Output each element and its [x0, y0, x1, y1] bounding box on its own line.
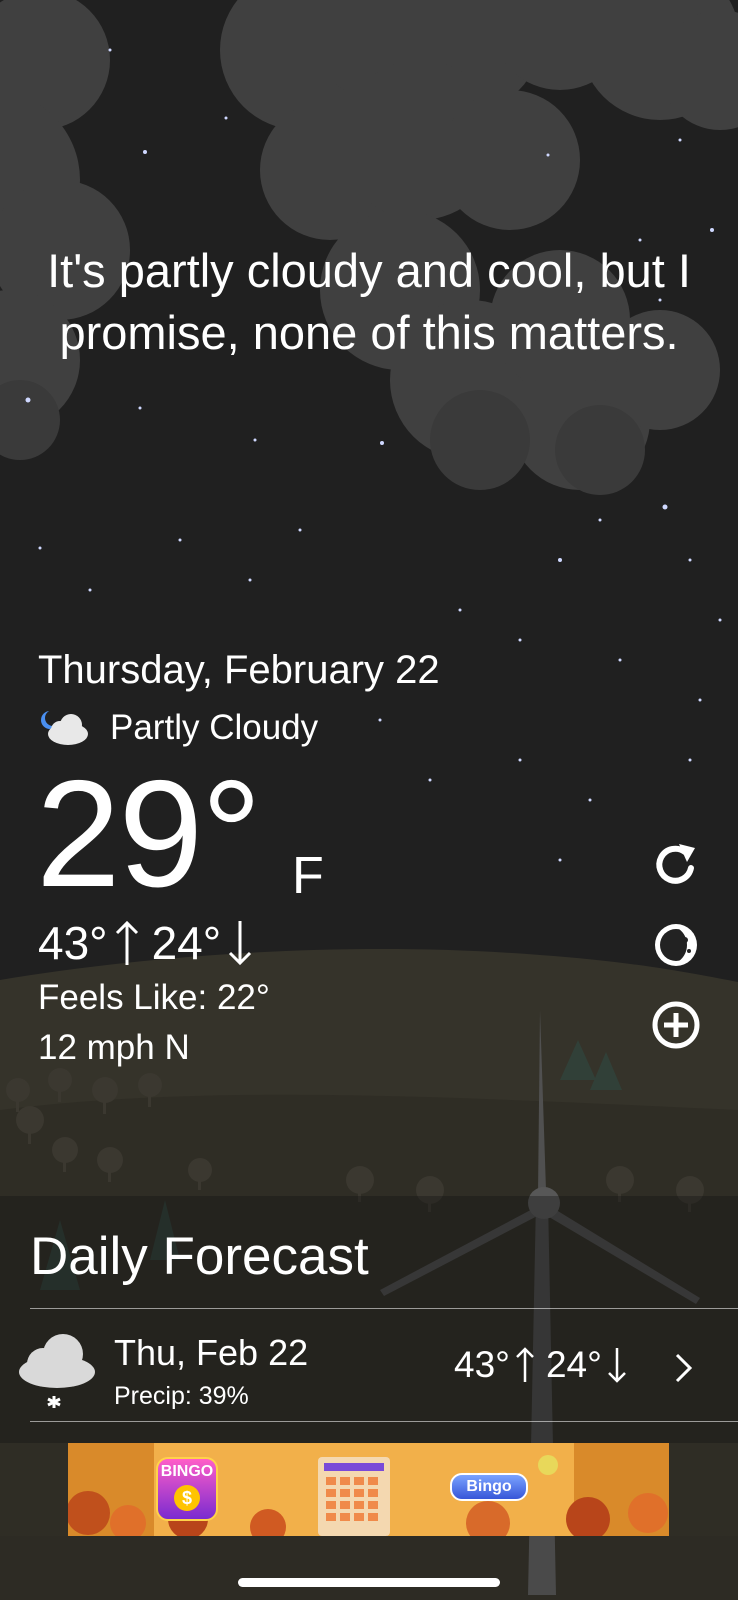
divider — [30, 1421, 738, 1422]
ad-bingo-button[interactable]: Bingo — [450, 1473, 528, 1501]
temperature-unit[interactable]: F — [292, 846, 324, 906]
feels-like: Feels Like: 22° — [38, 978, 270, 1017]
high-temp: 43° — [38, 917, 108, 969]
coin-icon: $ — [174, 1485, 200, 1511]
high-low: 43° 24° — [38, 916, 265, 970]
weather-headline: It's partly cloudy and cool, but I promi… — [47, 244, 691, 359]
current-temperature: 29° — [36, 749, 262, 919]
night-partly-cloudy-icon — [41, 710, 88, 745]
current-date: Thursday, February 22 — [38, 648, 440, 692]
add-location-button[interactable] — [651, 1000, 701, 1050]
forecast-low: 24° — [545, 1344, 602, 1385]
condition-row: Partly Cloudy — [38, 706, 318, 750]
condition-label: Partly Cloudy — [110, 708, 319, 747]
moon-phase-button[interactable] — [651, 920, 701, 970]
home-indicator[interactable] — [238, 1578, 500, 1587]
forecast-precip: Precip: 39% — [114, 1382, 249, 1410]
wind-speed: 12 mph N — [38, 1028, 190, 1067]
daily-forecast-title: Daily Forecast — [30, 1227, 369, 1286]
arrow-up-icon — [516, 1347, 534, 1382]
refresh-icon — [656, 844, 695, 884]
ad-banner[interactable]: BINGO $ Bingo — [68, 1443, 669, 1536]
forecast-high: 43° — [454, 1344, 510, 1385]
low-temp: 24° — [151, 917, 222, 969]
moon-icon — [655, 924, 697, 966]
forecast-high-low: 43° 24° — [454, 1344, 638, 1386]
plus-circle-icon — [652, 1001, 700, 1049]
ad-logo-text: BINGO — [160, 1463, 214, 1480]
forecast-date: Thu, Feb 22 — [114, 1332, 309, 1373]
ad-bingo-logo: BINGO $ — [156, 1457, 218, 1521]
chevron-right-icon[interactable] — [674, 1352, 694, 1384]
arrow-up-icon — [115, 920, 138, 965]
arrow-down-icon — [229, 921, 252, 966]
arrow-down-icon — [608, 1348, 626, 1383]
refresh-button[interactable] — [651, 840, 701, 890]
snow-cloud-icon — [19, 1334, 95, 1408]
